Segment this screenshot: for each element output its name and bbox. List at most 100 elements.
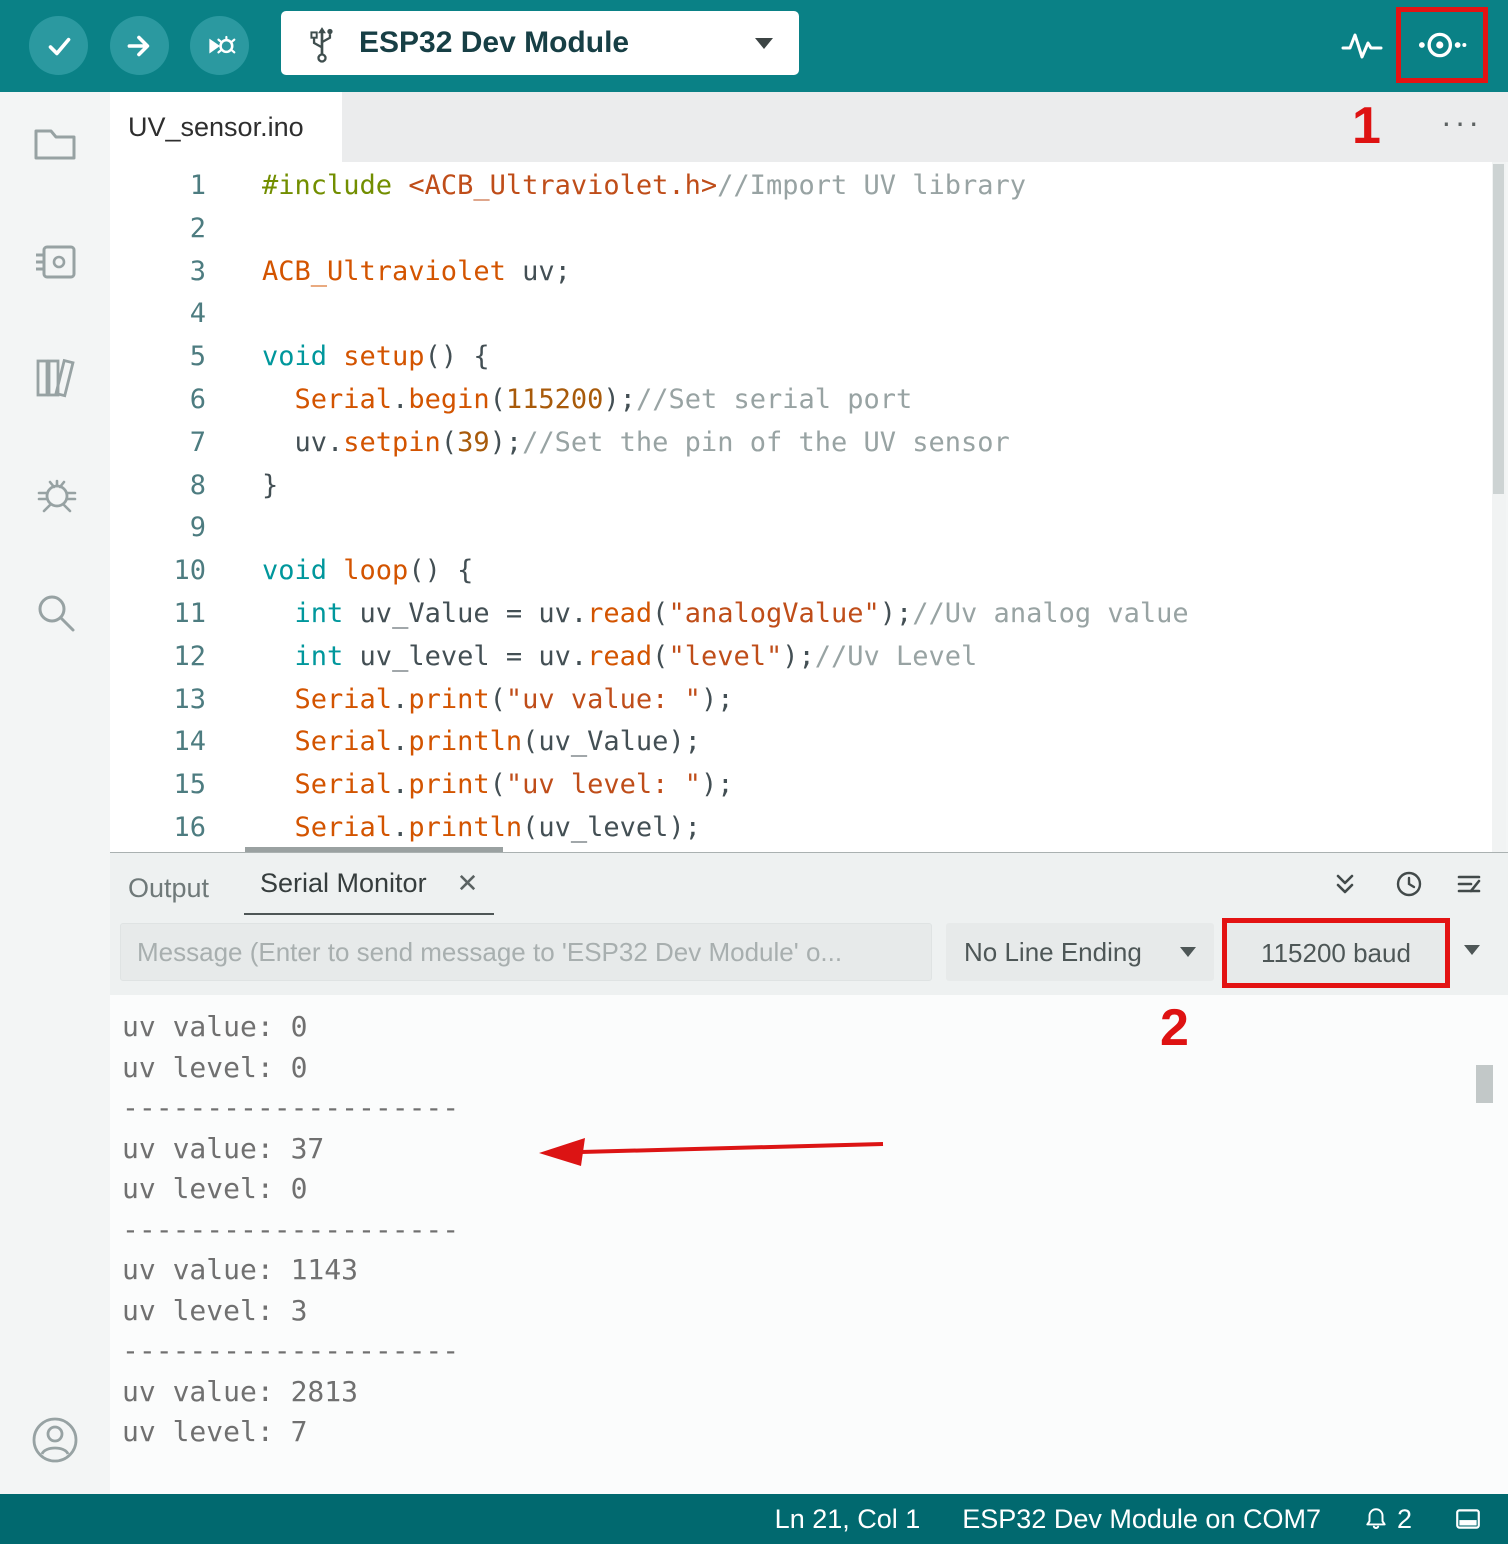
editor-more-menu[interactable]: ··· — [1441, 104, 1482, 141]
serial-message-input[interactable] — [120, 923, 932, 981]
board-port-status[interactable]: ESP32 Dev Module on COM7 — [962, 1504, 1321, 1535]
library-manager-icon[interactable] — [29, 352, 81, 404]
tab-uv-sensor-ino[interactable]: UV_sensor.ino — [110, 92, 342, 162]
serial-output-line: uv value: 1143 — [122, 1253, 359, 1286]
line-number: 5 — [189, 341, 206, 373]
code-line-content: int uv_Value = uv.read("analogValue");//… — [294, 597, 1189, 629]
sketchbook-folder-icon[interactable] — [29, 118, 81, 170]
arduino-ide-window: ESP32 Dev Module UV_sensor.ino ··· 1 1 #… — [0, 0, 1508, 1544]
notifications-button[interactable]: 2 — [1363, 1504, 1412, 1535]
code-line: 2 — [110, 208, 1492, 251]
annotation-box-step1 — [1396, 7, 1488, 83]
serial-monitor-button[interactable] — [1416, 26, 1468, 64]
serial-output-line: uv value: 2813 — [122, 1374, 359, 1408]
code-lines: 1 #include <ACB_Ultraviolet.h>//Import UV… — [110, 165, 1492, 850]
code-line: 15 Serial.print("uv level: "); — [110, 764, 1492, 807]
code-line: 1 #include <ACB_Ultraviolet.h>//Import UV… — [110, 165, 1492, 208]
bell-icon — [1366, 1508, 1386, 1529]
search-icon[interactable] — [29, 586, 81, 638]
collapse-panel-icon[interactable] — [1330, 869, 1360, 899]
serial-monitor-icon — [1418, 32, 1467, 58]
account-icon[interactable] — [29, 1414, 81, 1466]
code-line-content — [206, 507, 262, 550]
line-ending-label: No Line Ending — [964, 936, 1142, 967]
code-editor[interactable]: 1 #include <ACB_Ultraviolet.h>//Import UV… — [110, 162, 1492, 852]
serial-output-line: uv level: 7 — [122, 1415, 308, 1448]
notification-count: 2 — [1396, 1503, 1412, 1534]
debug-icon — [208, 35, 235, 53]
tab-serial-monitor[interactable]: Serial Monitor ✕ — [244, 853, 495, 915]
code-line: 7 uv.setpin(39);//Set the pin of the UV … — [110, 422, 1492, 465]
line-number: 7 — [189, 426, 206, 458]
debug-sidebar-icon[interactable] — [29, 466, 81, 518]
panel-layout-icon — [1456, 1509, 1480, 1529]
board-selector[interactable]: ESP32 Dev Module — [281, 11, 799, 75]
editor-tabstrip: UV_sensor.ino ··· — [110, 92, 1508, 162]
line-number: 6 — [189, 383, 206, 415]
code-line: 16 Serial.println(uv_level); — [110, 807, 1492, 850]
code-line-content: Serial.println(uv_Value); — [294, 726, 701, 758]
annotation-step2-number: 2 — [1160, 999, 1189, 1057]
line-number: 8 — [189, 469, 206, 501]
line-number: 3 — [189, 255, 206, 287]
chevron-down-icon — [1180, 947, 1196, 957]
code-line: 5 void setup() { — [110, 336, 1492, 379]
verify-button[interactable] — [29, 16, 88, 75]
line-number: 2 — [189, 212, 206, 244]
serial-output-line: uv level: 3 — [122, 1293, 308, 1327]
tab-output[interactable]: Output — [128, 873, 209, 904]
chevron-down-icon[interactable] — [1464, 945, 1480, 955]
annotation-step1-number: 1 — [1352, 97, 1381, 155]
baud-rate-dropdown[interactable]: 115200 baud — [1222, 918, 1450, 988]
line-number: 12 — [173, 640, 206, 672]
serial-monitor-tab-label: Serial Monitor — [260, 867, 427, 898]
check-icon — [48, 37, 70, 55]
serial-output-line: -------------------- — [122, 1334, 460, 1367]
serial-output-line: uv level: 0 — [122, 1172, 308, 1205]
code-line: 12 int uv_level = uv.read("level");//Uv … — [110, 636, 1492, 679]
serial-output[interactable]: uv value: 0 uv level: 0 ------------------… — [110, 995, 1508, 1494]
upload-button[interactable] — [110, 16, 169, 75]
cursor-position[interactable]: Ln 21, Col 1 — [775, 1504, 921, 1535]
serial-output-line: -------------------- — [122, 1091, 460, 1124]
code-line-content: void setup() { — [262, 341, 490, 373]
code-line: 6 Serial.begin(115200);//Set serial port — [110, 379, 1492, 422]
line-number: 10 — [173, 555, 206, 587]
serial-output-line: uv value: 0 — [122, 1010, 308, 1043]
close-icon[interactable]: ✕ — [457, 868, 479, 899]
code-line-content: ACB_Ultraviolet uv; — [262, 255, 571, 287]
board-selector-label: ESP32 Dev Module — [359, 26, 630, 59]
boards-manager-icon[interactable] — [29, 236, 81, 288]
code-line: 4 — [110, 293, 1492, 336]
code-line: 9 — [110, 507, 1492, 550]
arrow-right-icon — [127, 35, 149, 56]
code-line-content: Serial.println(uv_level); — [294, 811, 701, 843]
line-number: 14 — [173, 726, 206, 758]
annotation-arrow — [539, 1138, 884, 1166]
code-line: 13 Serial.print("uv value: "); — [110, 679, 1492, 722]
line-number: 9 — [189, 512, 206, 544]
code-line: 14 Serial.println(uv_Value); — [110, 721, 1492, 764]
code-line-content: Serial.print("uv value: "); — [294, 683, 734, 715]
activity-sidebar — [0, 92, 110, 1494]
console-scrollbar-thumb[interactable] — [1476, 1065, 1493, 1103]
timestamp-icon[interactable] — [1394, 869, 1424, 899]
serial-plotter-button[interactable] — [1334, 18, 1390, 74]
chevron-down-icon — [755, 37, 773, 49]
usb-icon — [310, 27, 333, 63]
serial-output-line: uv level: 0 — [122, 1050, 308, 1084]
line-ending-dropdown[interactable]: No Line Ending — [946, 923, 1214, 981]
clear-output-icon[interactable] — [1454, 869, 1484, 899]
waveform-icon — [1341, 33, 1383, 59]
line-number: 4 — [189, 298, 206, 330]
code-line-content: #include <ACB_Ultraviolet.h>//Import UV … — [262, 170, 1027, 201]
debug-button[interactable] — [190, 16, 249, 75]
toggle-panel-button[interactable] — [1454, 1506, 1482, 1532]
line-number: 15 — [173, 769, 206, 801]
serial-output-line: -------------------- — [122, 1212, 460, 1246]
code-line-content: } — [262, 469, 279, 501]
code-line-content: int uv_level = uv.read("level");//Uv Lev… — [294, 640, 978, 672]
baud-rate-label: 115200 baud — [1261, 937, 1411, 968]
line-number: 11 — [173, 597, 206, 629]
editor-scrollbar-thumb[interactable] — [1493, 164, 1504, 494]
